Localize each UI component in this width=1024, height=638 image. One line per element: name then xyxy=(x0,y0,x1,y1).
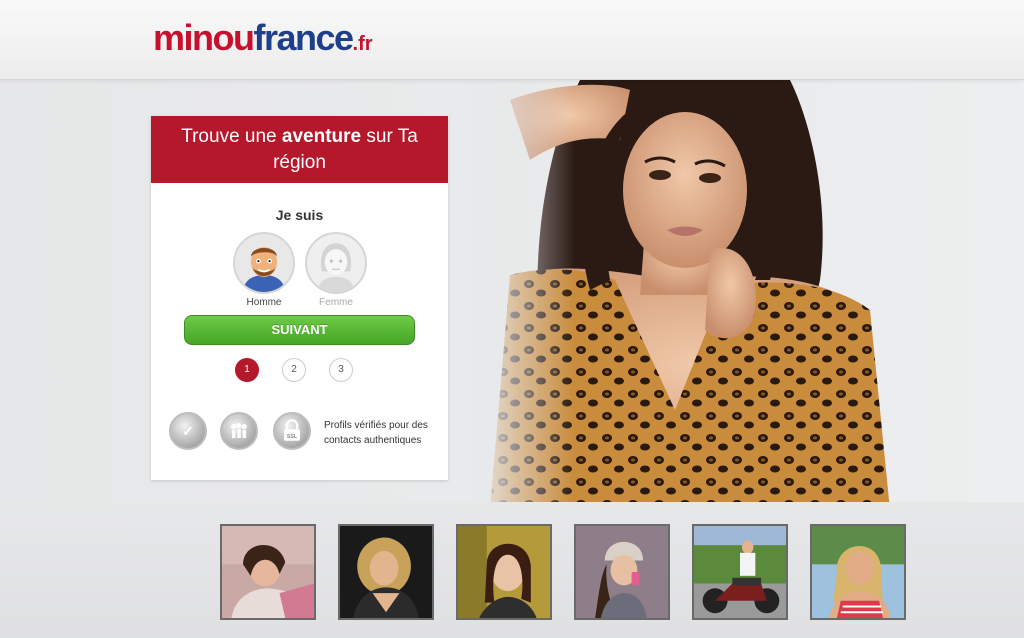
suivant-button[interactable]: SUIVANT xyxy=(184,315,415,345)
gender-option-homme[interactable]: Homme xyxy=(231,232,297,308)
profile-thumbnail[interactable] xyxy=(338,524,434,620)
profile-thumbnail[interactable] xyxy=(574,524,670,620)
profile-thumbnail[interactable] xyxy=(220,524,316,620)
logo-france: france xyxy=(253,17,354,58)
profile-thumbnail[interactable] xyxy=(456,524,552,620)
site-header: minoufrance.fr xyxy=(0,0,1024,80)
profile-thumbnail[interactable] xyxy=(810,524,906,620)
svg-text:SSL: SSL xyxy=(287,434,298,440)
profile-thumbnail[interactable] xyxy=(692,524,788,620)
title-text-bold: aventure xyxy=(281,126,362,147)
signup-card: Trouve une aventure sur Ta région Je sui… xyxy=(151,116,448,480)
logo-tld: .fr xyxy=(352,33,373,55)
step-3[interactable]: 3 xyxy=(329,358,353,382)
gender-label-homme: Homme xyxy=(246,297,282,308)
logo-minou: minou xyxy=(153,17,255,58)
profile-thumbnails xyxy=(0,524,1024,622)
je-suis-label: Je suis xyxy=(275,207,324,223)
step-indicator: 1 2 3 xyxy=(151,358,448,382)
ssl-lock-icon: SSL xyxy=(273,412,311,450)
trust-badges: ✓ SSL Profils vérifiés pour des contacts… xyxy=(169,412,439,460)
gender-option-femme[interactable]: Femme xyxy=(303,232,369,308)
signup-card-title: Trouve une aventure sur Ta région xyxy=(151,116,448,183)
gender-label-femme: Femme xyxy=(319,297,353,308)
gender-selector: Homme Femme xyxy=(151,232,448,312)
checkmark-seal-icon: ✓ xyxy=(169,412,207,450)
step-1[interactable]: 1 xyxy=(235,358,259,382)
man-avatar-icon xyxy=(233,232,295,294)
step-2[interactable]: 2 xyxy=(282,358,306,382)
people-seal-icon xyxy=(220,412,258,450)
trust-badges-text: Profils vérifiés pour des contacts authe… xyxy=(324,420,428,446)
woman-avatar-icon xyxy=(305,232,367,294)
hero-photo xyxy=(470,80,890,502)
title-text-pre: Trouve une xyxy=(181,126,282,147)
site-logo[interactable]: minoufrance.fr xyxy=(153,18,373,64)
